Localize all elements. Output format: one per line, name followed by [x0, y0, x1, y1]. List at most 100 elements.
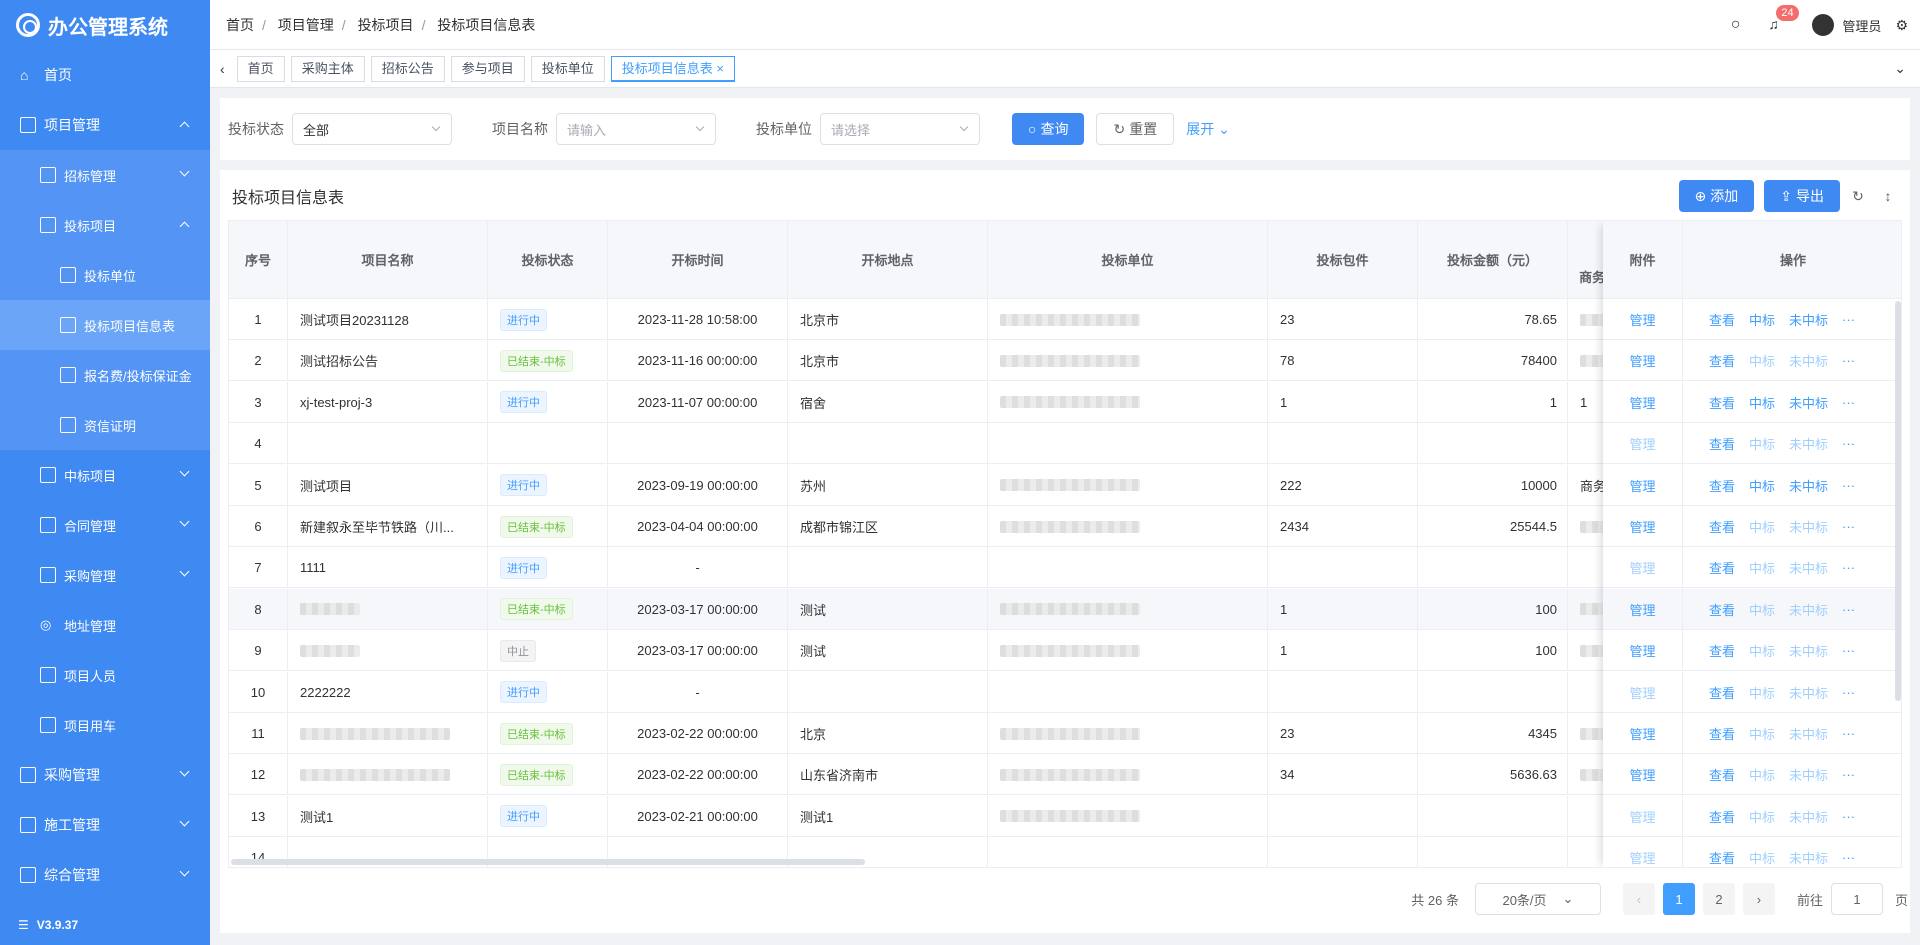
- tab-bid-units[interactable]: 投标单位: [530, 55, 605, 82]
- user-name[interactable]: 管理员: [1842, 16, 1881, 35]
- cell-project-name[interactable]: 测试招标公告: [288, 340, 488, 382]
- page-2-button[interactable]: 2: [1702, 883, 1735, 915]
- cell-project-name[interactable]: [288, 588, 488, 630]
- cell-project-name[interactable]: [288, 630, 488, 672]
- manage-link[interactable]: 管理: [1629, 393, 1655, 412]
- view-link[interactable]: 查看: [1709, 600, 1735, 619]
- sidebar-item-construction[interactable]: 施工管理: [0, 800, 210, 850]
- manage-link[interactable]: 管理: [1629, 434, 1655, 453]
- horizontal-scrollbar[interactable]: [231, 859, 865, 865]
- cell-project-name[interactable]: [288, 713, 488, 754]
- lose-link[interactable]: 未中标: [1789, 310, 1828, 329]
- lose-link[interactable]: 未中标: [1789, 558, 1828, 577]
- win-link[interactable]: 中标: [1749, 848, 1775, 867]
- view-link[interactable]: 查看: [1709, 558, 1735, 577]
- project-name-input[interactable]: 请输入: [556, 113, 716, 145]
- win-link[interactable]: 中标: [1749, 476, 1775, 495]
- status-select[interactable]: 全部: [292, 113, 452, 145]
- breadcrumb-item[interactable]: 投标项目: [358, 17, 414, 33]
- lose-link[interactable]: 未中标: [1789, 476, 1828, 495]
- lose-link[interactable]: 未中标: [1789, 807, 1828, 826]
- next-page-button[interactable]: ›: [1742, 883, 1775, 915]
- win-link[interactable]: 中标: [1749, 351, 1775, 370]
- sidebar-item-project-staff[interactable]: 项目人员: [0, 650, 210, 700]
- manage-link[interactable]: 管理: [1629, 641, 1655, 660]
- more-icon[interactable]: ···: [1842, 685, 1855, 700]
- tab-participating[interactable]: 参与项目: [450, 55, 525, 82]
- lose-link[interactable]: 未中标: [1789, 434, 1828, 453]
- lose-link[interactable]: 未中标: [1789, 641, 1828, 660]
- close-icon[interactable]: ×: [716, 61, 724, 76]
- manage-link[interactable]: 管理: [1629, 765, 1655, 784]
- tab-home[interactable]: 首页: [236, 55, 285, 82]
- more-icon[interactable]: ···: [1842, 519, 1855, 534]
- sidebar-item-home[interactable]: ⌂ 首页: [0, 50, 210, 100]
- win-link[interactable]: 中标: [1749, 310, 1775, 329]
- cell-project-name[interactable]: 2222222: [288, 671, 488, 713]
- view-link[interactable]: 查看: [1709, 641, 1735, 660]
- sidebar-item-won-projects[interactable]: 中标项目: [0, 450, 210, 500]
- lose-link[interactable]: 未中标: [1789, 848, 1828, 867]
- manage-link[interactable]: 管理: [1629, 807, 1655, 826]
- more-icon[interactable]: ···: [1842, 395, 1855, 410]
- view-link[interactable]: 查看: [1709, 476, 1735, 495]
- more-icon[interactable]: ···: [1842, 767, 1855, 782]
- cell-project-name[interactable]: [288, 754, 488, 796]
- view-link[interactable]: 查看: [1709, 724, 1735, 743]
- tabs-scroll-left-icon[interactable]: ‹: [220, 61, 225, 77]
- gear-icon[interactable]: ⚙: [1895, 17, 1908, 34]
- win-link[interactable]: 中标: [1749, 434, 1775, 453]
- win-link[interactable]: 中标: [1749, 393, 1775, 412]
- search-icon[interactable]: ○: [1731, 16, 1741, 34]
- manage-link[interactable]: 管理: [1629, 683, 1655, 702]
- lose-link[interactable]: 未中标: [1789, 683, 1828, 702]
- view-link[interactable]: 查看: [1709, 765, 1735, 784]
- sidebar-item-bid-units[interactable]: 投标单位: [0, 250, 210, 300]
- manage-link[interactable]: 管理: [1629, 310, 1655, 329]
- sidebar-item-project-management[interactable]: 项目管理: [0, 100, 210, 150]
- win-link[interactable]: 中标: [1749, 683, 1775, 702]
- view-link[interactable]: 查看: [1709, 807, 1735, 826]
- sidebar-item-project-vehicles[interactable]: 项目用车: [0, 700, 210, 750]
- sidebar-item-bid-projects[interactable]: 投标项目: [0, 200, 210, 250]
- column-height-icon[interactable]: ↕: [1880, 188, 1896, 204]
- page-size-select[interactable]: 20条/页 ⌄: [1474, 883, 1601, 915]
- cell-project-name[interactable]: 新建叙永至毕节铁路（川...: [288, 506, 488, 547]
- manage-link[interactable]: 管理: [1629, 724, 1655, 743]
- more-icon[interactable]: ···: [1842, 850, 1855, 865]
- tab-bid-info-table[interactable]: 投标项目信息表 ×: [610, 55, 735, 82]
- sidebar-item-procurement[interactable]: 采购管理: [0, 750, 210, 800]
- manage-link[interactable]: 管理: [1629, 351, 1655, 370]
- lose-link[interactable]: 未中标: [1789, 724, 1828, 743]
- more-icon[interactable]: ···: [1842, 809, 1855, 824]
- manage-link[interactable]: 管理: [1629, 517, 1655, 536]
- manage-link[interactable]: 管理: [1629, 476, 1655, 495]
- reset-button[interactable]: ↻ 重置: [1096, 113, 1175, 145]
- bid-unit-select[interactable]: 请选择: [820, 113, 980, 145]
- lose-link[interactable]: 未中标: [1789, 517, 1828, 536]
- avatar[interactable]: [1812, 14, 1835, 36]
- collapse-menu-icon[interactable]: ☰: [18, 918, 29, 932]
- win-link[interactable]: 中标: [1749, 807, 1775, 826]
- sidebar-item-tender-management[interactable]: 招标管理: [0, 150, 210, 200]
- sidebar-item-address-management[interactable]: ◎ 地址管理: [0, 600, 210, 650]
- tab-tender-notice[interactable]: 招标公告: [370, 55, 445, 82]
- vertical-scrollbar[interactable]: [1895, 301, 1901, 701]
- cell-project-name[interactable]: [288, 423, 488, 465]
- more-icon[interactable]: ···: [1842, 478, 1855, 493]
- sidebar-item-fees-deposit[interactable]: 报名费/投标保证金: [0, 350, 210, 400]
- win-link[interactable]: 中标: [1749, 765, 1775, 784]
- cell-project-name[interactable]: 测试项目20231128: [288, 299, 488, 340]
- sidebar-item-procurement-sub[interactable]: 采购管理: [0, 550, 210, 600]
- view-link[interactable]: 查看: [1709, 683, 1735, 702]
- cell-project-name[interactable]: xj-test-proj-3: [288, 381, 488, 423]
- breadcrumb-item[interactable]: 首页: [226, 17, 254, 33]
- manage-link[interactable]: 管理: [1629, 558, 1655, 577]
- more-icon[interactable]: ···: [1842, 643, 1855, 658]
- sidebar-item-contract-management[interactable]: 合同管理: [0, 500, 210, 550]
- sidebar-item-bid-info-table[interactable]: 投标项目信息表: [0, 300, 210, 350]
- more-icon[interactable]: ···: [1842, 312, 1855, 327]
- view-link[interactable]: 查看: [1709, 310, 1735, 329]
- win-link[interactable]: 中标: [1749, 558, 1775, 577]
- tab-purchaser[interactable]: 采购主体: [290, 55, 365, 82]
